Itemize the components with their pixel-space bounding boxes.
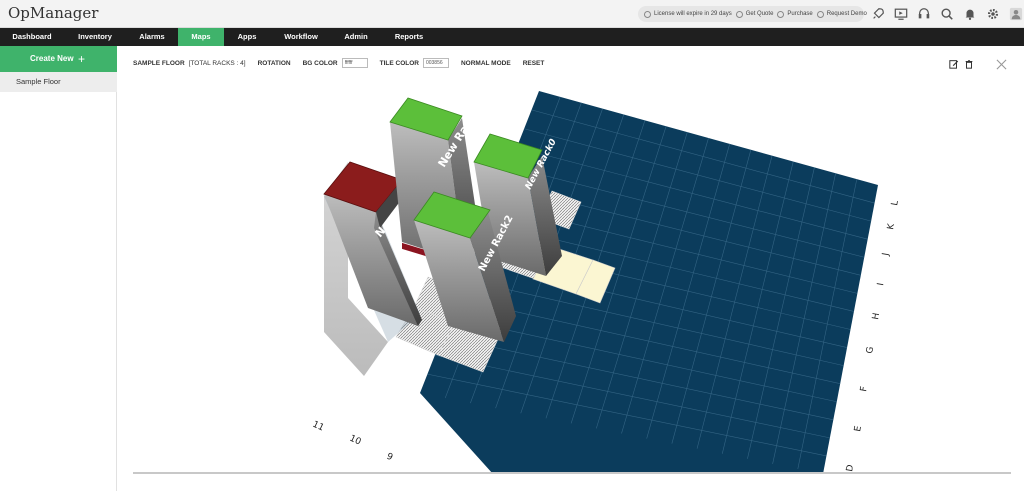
tile-color-label: TILE COLOR (379, 59, 419, 67)
row-label-g: G (865, 346, 876, 355)
row-label-i: I (876, 282, 886, 286)
info-icon (644, 10, 651, 18)
row-label-l: L (890, 200, 901, 207)
nav-alarms[interactable]: Alarms (126, 28, 178, 46)
nav-inventory[interactable]: Inventory (64, 28, 126, 46)
sidebar: Create New + Sample Floor (0, 46, 117, 491)
total-racks: [TOTAL RACKS : 4] (188, 59, 246, 67)
get-quote-link[interactable]: Get Quote (746, 11, 774, 17)
normal-mode-button[interactable]: NORMAL MODE (461, 60, 511, 67)
license-bar: License will expire in 29 days Get Quote… (638, 6, 867, 22)
row-label-f: F (859, 386, 870, 393)
column-label-11: 11 (311, 420, 326, 434)
screen-icon[interactable] (893, 6, 909, 22)
nav-workflow[interactable]: Workflow (270, 28, 332, 46)
row-label-e: E (853, 425, 864, 433)
nav-dashboard[interactable]: Dashboard (0, 28, 64, 46)
headset-icon[interactable] (916, 6, 932, 22)
tile-color-input[interactable] (422, 58, 449, 68)
column-label-9: 9 (385, 452, 395, 464)
demo-icon (816, 10, 824, 18)
rocket-icon[interactable] (870, 6, 886, 22)
floor-toolbar: SAMPLE FLOOR [TOTAL RACKS : 4] ROTATION … (133, 56, 556, 70)
top-header: OpManager License will expire in 29 days… (0, 0, 1024, 28)
reset-button[interactable]: RESET (523, 60, 545, 67)
create-new-label: Create New (30, 54, 74, 63)
edit-icon[interactable] (949, 59, 959, 69)
row-label-j: J (881, 252, 891, 257)
nav-maps[interactable]: Maps (178, 28, 224, 46)
bg-color-input[interactable] (341, 58, 368, 68)
cart-icon (777, 10, 785, 18)
floor-name: SAMPLE FLOOR (133, 59, 185, 67)
column-label-10: 10 (348, 434, 363, 448)
nav-reports[interactable]: Reports (380, 28, 438, 46)
search-icon[interactable] (939, 6, 955, 22)
bell-icon[interactable] (962, 6, 978, 22)
delete-icon[interactable] (964, 59, 974, 69)
close-icon[interactable] (996, 59, 1007, 70)
bg-color-label: BG COLOR (302, 59, 338, 67)
request-demo-link[interactable]: Request Demo (827, 11, 867, 17)
sidebar-item-sample-floor[interactable]: Sample Floor (0, 72, 117, 92)
floor-canvas[interactable]: New Rack New Rack New Rack0 New Rack2 D … (118, 78, 1024, 474)
license-expiry-text: License will expire in 29 days (654, 11, 732, 17)
nav-admin[interactable]: Admin (332, 28, 380, 46)
gear-icon[interactable] (985, 6, 1001, 22)
main-nav: Dashboard Inventory Alarms Maps Apps Wor… (0, 28, 1024, 46)
user-icon[interactable] (1008, 6, 1024, 22)
rotation-button[interactable]: ROTATION (258, 60, 291, 67)
create-new-button[interactable]: Create New + (0, 46, 117, 72)
plus-icon: + (78, 52, 86, 66)
app-title: OpManager (8, 4, 99, 22)
purchase-link[interactable]: Purchase (787, 11, 812, 17)
nav-apps[interactable]: Apps (224, 28, 270, 46)
horizontal-scrollbar[interactable] (133, 472, 1011, 474)
row-label-h: H (871, 312, 882, 320)
row-label-k: K (886, 222, 897, 231)
quote-icon (735, 10, 743, 18)
